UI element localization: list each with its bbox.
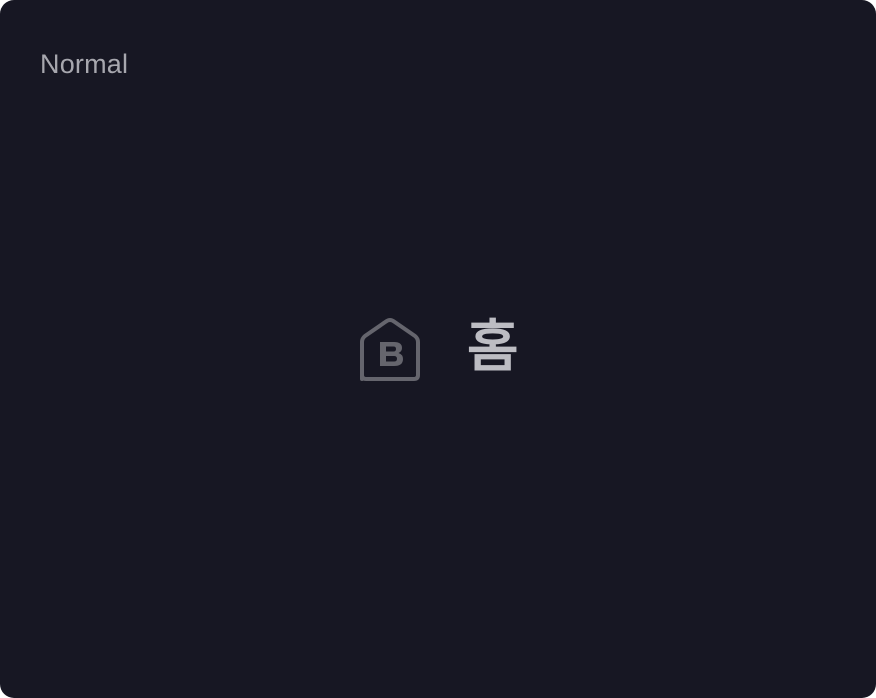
state-label: Normal [40, 49, 129, 79]
state-panel: Normal 홈 [0, 0, 876, 698]
nav-item-home[interactable]: 홈 [356, 315, 519, 383]
nav-item-label: 홈 [467, 315, 519, 380]
home-icon [356, 317, 424, 383]
